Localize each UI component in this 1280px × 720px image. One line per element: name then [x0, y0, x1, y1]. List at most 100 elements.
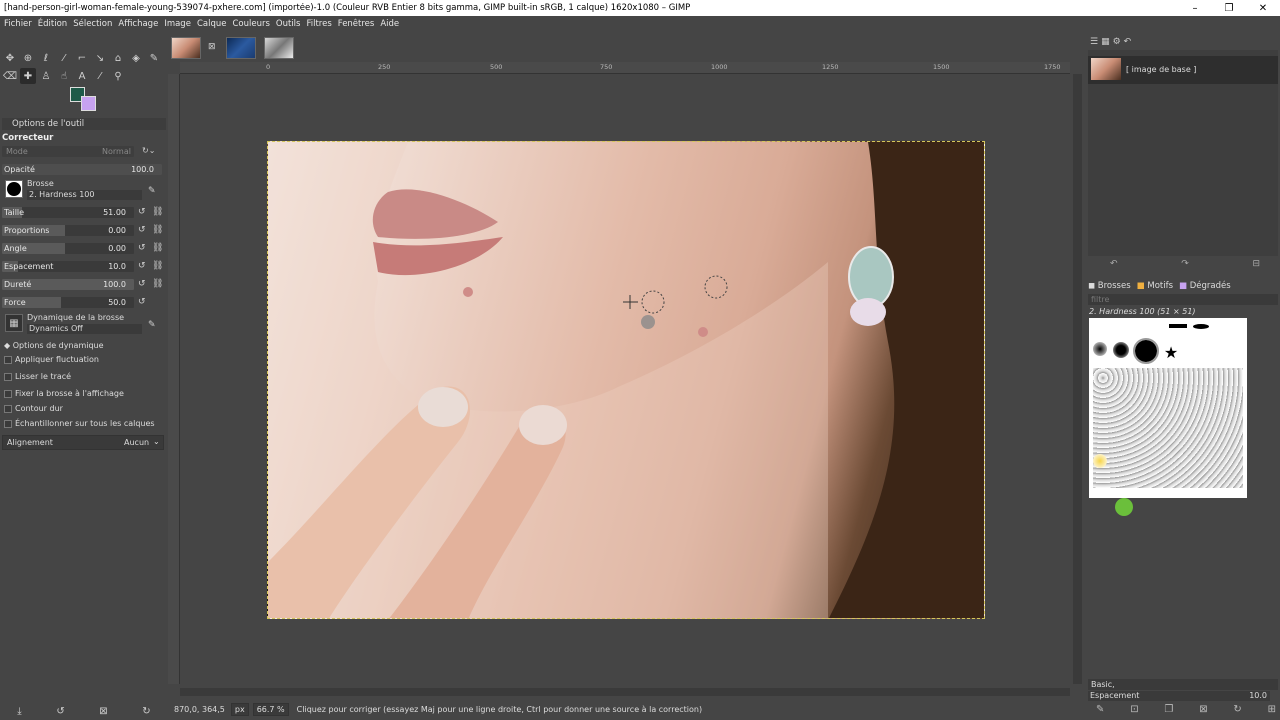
mode-row[interactable]: Mode Normal ↻⌄: [2, 146, 164, 157]
angle-value[interactable]: 0.00: [108, 243, 126, 254]
new-brush-icon[interactable]: ⊡: [1130, 704, 1138, 715]
aspect-slider[interactable]: Proportions 0.00: [2, 225, 134, 236]
angle-link-icon[interactable]: ⛓: [152, 243, 163, 253]
opacity-row[interactable]: Opacité 100.0: [2, 164, 164, 175]
spacing-value[interactable]: 10.0: [108, 261, 126, 272]
aspect-value[interactable]: 0.00: [108, 225, 126, 236]
menu-couleurs[interactable]: Couleurs: [232, 19, 269, 29]
sample-merged-checkbox[interactable]: [4, 420, 12, 428]
close-tab-icon[interactable]: ⊠: [208, 42, 216, 52]
aspect-link-icon[interactable]: ⛓: [152, 225, 163, 235]
spacing-slider[interactable]: Espacement 10.0: [2, 261, 134, 272]
horizontal-scrollbar[interactable]: [180, 688, 1070, 696]
alignment-dropdown[interactable]: Alignement Aucun ⌄: [2, 435, 164, 450]
tab-brushes[interactable]: ◼ Brosses: [1088, 281, 1131, 291]
brush-item[interactable]: [1133, 338, 1159, 364]
tool-options-tab[interactable]: Options de l'outil: [2, 118, 166, 130]
layers-dock-tabs[interactable]: ☰▦⚙↶: [1090, 37, 1134, 47]
opacity-value[interactable]: 100.0: [131, 164, 154, 175]
angle-reset-icon[interactable]: ↺: [138, 243, 146, 253]
delete-brush-icon[interactable]: ⊠: [1199, 704, 1207, 715]
brush-spacing-slider[interactable]: Espacement 10.0: [1088, 691, 1270, 701]
menu-fenetres[interactable]: Fenêtres: [338, 19, 375, 29]
clear-history-icon[interactable]: ⊟: [1252, 259, 1260, 269]
clone-tool-icon[interactable]: ♙: [38, 68, 54, 84]
menu-fichier[interactable]: Fichier: [4, 19, 32, 29]
hardness-reset-icon[interactable]: ↺: [138, 279, 146, 289]
hardness-value[interactable]: 100.0: [103, 279, 126, 290]
force-value[interactable]: 50.0: [108, 297, 126, 308]
menu-image[interactable]: Image: [164, 19, 191, 29]
menu-filtres[interactable]: Filtres: [306, 19, 331, 29]
dynamics-name-field[interactable]: Dynamics Off: [27, 324, 142, 334]
brush-item[interactable]: [1113, 342, 1129, 358]
tab-patterns[interactable]: ■ Motifs: [1137, 281, 1173, 291]
dynamics-preview[interactable]: ▦: [5, 314, 23, 332]
mode-reset-icon[interactable]: ↻⌄: [142, 146, 155, 155]
spacing-link-icon[interactable]: ⛓: [152, 261, 163, 271]
layer-name[interactable]: [ image de base ]: [1126, 65, 1196, 74]
brush-item[interactable]: [1193, 324, 1209, 329]
edit-brush-icon[interactable]: ✎: [148, 186, 156, 196]
menu-affichage[interactable]: Affichage: [118, 19, 158, 29]
menu-calque[interactable]: Calque: [197, 19, 227, 29]
hardness-link-icon[interactable]: ⛓: [152, 279, 163, 289]
reset-options-icon[interactable]: ↻: [142, 706, 150, 717]
brush-tag-field[interactable]: Basic,: [1088, 679, 1278, 690]
undo-history-buttons[interactable]: ↶ ↷ ⊟: [1110, 259, 1260, 269]
unit-select[interactable]: px: [230, 702, 249, 716]
brush-item[interactable]: [1169, 324, 1187, 328]
align-tool-icon[interactable]: ⊕: [20, 50, 36, 66]
healing-tool-icon[interactable]: ✚: [20, 68, 36, 84]
edit-dynamics-icon[interactable]: ✎: [148, 320, 156, 330]
force-reset-icon[interactable]: ↺: [138, 297, 146, 307]
warp-tool-icon[interactable]: ⌂: [110, 50, 126, 66]
menu-edition[interactable]: Édition: [38, 19, 67, 29]
save-options-icon[interactable]: ⤓: [17, 706, 21, 717]
image-tab-2[interactable]: [226, 37, 256, 59]
refresh-brushes-icon[interactable]: ↻: [1233, 704, 1241, 715]
brush-item[interactable]: [1093, 454, 1107, 468]
mode-value[interactable]: Normal: [102, 147, 131, 156]
layer-row[interactable]: [ image de base ]: [1088, 56, 1278, 84]
smudge-tool-icon[interactable]: ☝: [56, 68, 72, 84]
menu-outils[interactable]: Outils: [276, 19, 301, 29]
image-tab-3[interactable]: [264, 37, 294, 59]
size-value[interactable]: 51.00: [103, 207, 126, 218]
spacing-reset-icon[interactable]: ↺: [138, 261, 146, 271]
image-tab-current[interactable]: [171, 37, 201, 59]
apply-jitter-checkbox[interactable]: [4, 356, 12, 364]
brush-item[interactable]: [1093, 342, 1107, 356]
force-slider[interactable]: Force 50.0: [2, 297, 134, 308]
open-brush-file-icon[interactable]: ⊞: [1268, 704, 1276, 715]
image-content[interactable]: [267, 141, 985, 619]
brush-name-field[interactable]: 2. Hardness 100: [27, 190, 142, 200]
move-tool-icon[interactable]: ✥: [2, 50, 18, 66]
brush-filter-input[interactable]: filtre: [1088, 294, 1278, 305]
delete-options-icon[interactable]: ⊠: [99, 706, 107, 717]
brush-preview[interactable]: [5, 180, 23, 198]
vertical-scrollbar[interactable]: [1073, 74, 1082, 684]
maximize-button[interactable]: ❐: [1212, 0, 1246, 16]
hard-edge-checkbox[interactable]: [4, 405, 12, 413]
size-slider[interactable]: Taille 51.00: [2, 207, 134, 218]
fuzzy-select-icon[interactable]: ⁄: [56, 50, 72, 66]
size-link-icon[interactable]: ⛓: [152, 207, 163, 217]
zoom-tool-icon[interactable]: ⚲: [110, 68, 126, 84]
eraser-icon[interactable]: ⌫: [2, 68, 18, 84]
transform-tool-icon[interactable]: ↘: [92, 50, 108, 66]
brush-grid[interactable]: ★: [1089, 318, 1247, 516]
aspect-reset-icon[interactable]: ↺: [138, 225, 146, 235]
lock-brush-view-checkbox[interactable]: [4, 390, 12, 398]
edit-brush-button-icon[interactable]: ✎: [1096, 704, 1104, 715]
redo-icon[interactable]: ↷: [1181, 259, 1189, 269]
zoom-select[interactable]: 66.7 %: [252, 702, 289, 716]
pepper-brush-item[interactable]: [1115, 498, 1133, 516]
menu-aide[interactable]: Aide: [380, 19, 399, 29]
angle-slider[interactable]: Angle 0.00: [2, 243, 134, 254]
lasso-tool-icon[interactable]: ℓ: [38, 50, 54, 66]
minimize-button[interactable]: –: [1178, 0, 1212, 16]
smooth-stroke-checkbox[interactable]: [4, 373, 12, 381]
brush-item[interactable]: ★: [1161, 342, 1181, 362]
crop-tool-icon[interactable]: ⌐: [74, 50, 90, 66]
